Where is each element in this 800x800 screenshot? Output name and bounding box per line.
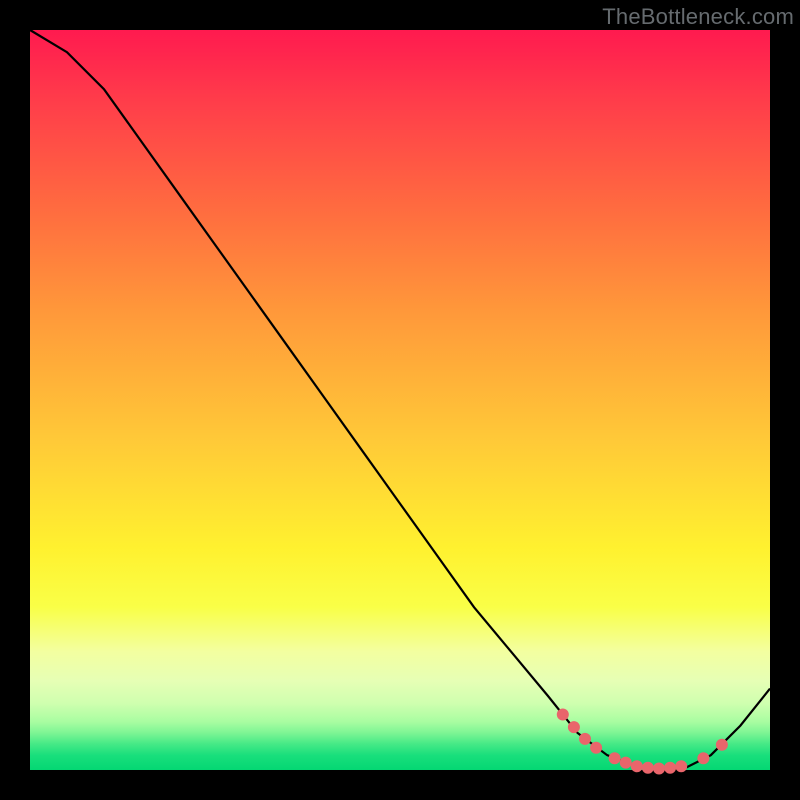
curve-marker [631,760,643,772]
curve-marker [609,752,621,764]
curve-marker [579,733,591,745]
bottleneck-curve [30,30,770,770]
plot-area [30,30,770,770]
curve-marker [664,762,676,774]
chart-overlay [30,30,770,770]
marker-group [557,709,728,775]
curve-marker [697,752,709,764]
curve-marker [642,762,654,774]
curve-marker [653,763,665,775]
curve-marker [620,757,632,769]
curve-marker [557,709,569,721]
watermark-label: TheBottleneck.com [602,4,794,30]
curve-marker [590,742,602,754]
curve-marker [675,760,687,772]
curve-marker [568,721,580,733]
curve-marker [716,739,728,751]
chart-frame: TheBottleneck.com [0,0,800,800]
